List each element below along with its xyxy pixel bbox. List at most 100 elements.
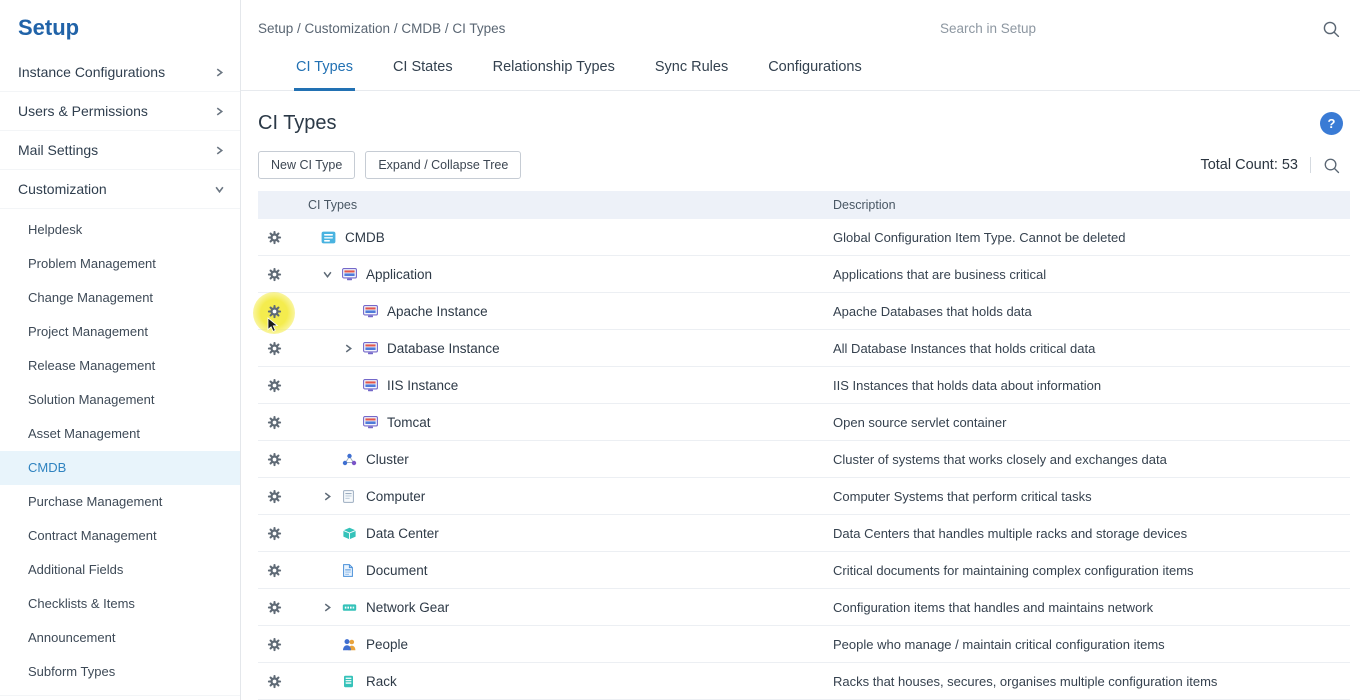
- chevron-right-icon: [215, 107, 224, 116]
- ci-type-cell: CMDB: [258, 230, 833, 245]
- ci-type-description: Racks that houses, secures, organises mu…: [833, 674, 1350, 689]
- row-settings-button[interactable]: [258, 637, 290, 652]
- tree-collapse-icon[interactable]: [323, 270, 342, 279]
- sidebar-item-announcement[interactable]: Announcement: [0, 621, 240, 655]
- total-count-label: Total Count:: [1200, 157, 1277, 173]
- customization-submenu: HelpdeskProblem ManagementChange Managem…: [0, 209, 240, 696]
- tab-ci-states[interactable]: CI States: [391, 57, 455, 91]
- ci-type-description: All Database Instances that holds critic…: [833, 341, 1350, 356]
- gear-icon: [267, 563, 282, 578]
- sidebar-item-mail-settings[interactable]: Mail Settings: [0, 131, 240, 170]
- row-settings-button[interactable]: [258, 415, 290, 430]
- database-instance-type-icon: [363, 341, 380, 355]
- sidebar-item-problem-management[interactable]: Problem Management: [0, 247, 240, 281]
- sidebar: Setup Instance ConfigurationsUsers & Per…: [0, 0, 241, 700]
- expand-collapse-tree-button[interactable]: Expand / Collapse Tree: [365, 151, 521, 179]
- sidebar-item-solution-management[interactable]: Solution Management: [0, 383, 240, 417]
- tree-node: People: [290, 637, 408, 652]
- ci-type-description: IIS Instances that holds data about info…: [833, 378, 1350, 393]
- row-settings-button[interactable]: [258, 267, 290, 282]
- ci-type-description: Cluster of systems that works closely an…: [833, 452, 1350, 467]
- ci-type-name[interactable]: Document: [366, 563, 428, 578]
- tree-expand-icon[interactable]: [323, 603, 342, 612]
- tab-sync-rules[interactable]: Sync Rules: [653, 57, 730, 91]
- mouse-cursor: [267, 317, 279, 334]
- ci-type-name[interactable]: Database Instance: [387, 341, 500, 356]
- sidebar-item-label: Users & Permissions: [18, 103, 148, 119]
- row-settings-button[interactable]: [258, 600, 290, 615]
- tree-expand-icon[interactable]: [323, 492, 342, 501]
- row-settings-button[interactable]: [258, 304, 290, 319]
- sidebar-item-contract-management[interactable]: Contract Management: [0, 519, 240, 553]
- chevron-down-icon: [215, 185, 224, 194]
- sidebar-nav: Instance Configurations Users & Permissio…: [0, 53, 240, 696]
- toolbar: New CI Type Expand / Collapse Tree Total…: [241, 143, 1360, 191]
- table-search-icon[interactable]: [1323, 157, 1340, 174]
- sidebar-item-instance-configurations[interactable]: Instance Configurations: [0, 53, 240, 92]
- ci-type-name[interactable]: IIS Instance: [387, 378, 458, 393]
- ci-type-name[interactable]: Data Center: [366, 526, 439, 541]
- table-row: TomcatOpen source servlet container: [258, 404, 1350, 441]
- rack-type-icon: [342, 674, 359, 688]
- table-row: IIS Instance IIS Instances that holds dat…: [258, 367, 1350, 404]
- sidebar-item-users-permissions[interactable]: Users & Permissions: [0, 92, 240, 131]
- sidebar-item-change-management[interactable]: Change Management: [0, 281, 240, 315]
- ci-type-name[interactable]: Application: [366, 267, 432, 282]
- ci-type-cell: Database Instance: [258, 341, 833, 356]
- table-body: CMDBGlobal Configuration Item Type. Cann…: [258, 219, 1350, 700]
- row-settings-button[interactable]: [258, 341, 290, 356]
- ci-type-cell: Network Gear: [258, 600, 833, 615]
- sidebar-item-cmdb[interactable]: CMDB: [0, 451, 240, 485]
- sidebar-item-purchase-management[interactable]: Purchase Management: [0, 485, 240, 519]
- ci-type-name[interactable]: Rack: [366, 674, 397, 689]
- sidebar-item-asset-management[interactable]: Asset Management: [0, 417, 240, 451]
- ci-type-cell: Computer: [258, 489, 833, 504]
- ci-type-name[interactable]: People: [366, 637, 408, 652]
- page-title: CI Types: [258, 112, 337, 135]
- sidebar-item-project-management[interactable]: Project Management: [0, 315, 240, 349]
- tree-node: Tomcat: [290, 415, 431, 430]
- ci-type-name[interactable]: Network Gear: [366, 600, 449, 615]
- cmdb-type-icon: [321, 230, 338, 244]
- setup-search-input[interactable]: [940, 21, 1300, 36]
- sidebar-item-checklists-items[interactable]: Checklists & Items: [0, 587, 240, 621]
- row-settings-button[interactable]: [258, 489, 290, 504]
- table-row: ApplicationApplications that are busines…: [258, 256, 1350, 293]
- sidebar-item-helpdesk[interactable]: Helpdesk: [0, 213, 240, 247]
- table-row: DocumentCritical documents for maintaini…: [258, 552, 1350, 589]
- row-settings-button[interactable]: [258, 674, 290, 689]
- sidebar-item-customization[interactable]: Customization: [0, 170, 240, 209]
- row-settings-button[interactable]: [258, 378, 290, 393]
- ci-type-description: People who manage / maintain critical co…: [833, 637, 1350, 652]
- chevron-right-icon: [215, 68, 224, 77]
- ci-type-name[interactable]: Cluster: [366, 452, 409, 467]
- page-head: CI Types ?: [241, 91, 1360, 143]
- ci-type-name[interactable]: Apache Instance: [387, 304, 488, 319]
- ci-type-cell: Apache Instance: [258, 304, 833, 319]
- row-settings-button[interactable]: [258, 563, 290, 578]
- row-settings-button[interactable]: [258, 452, 290, 467]
- gear-icon: [267, 452, 282, 467]
- search-icon[interactable]: [1322, 20, 1340, 38]
- sidebar-item-release-management[interactable]: Release Management: [0, 349, 240, 383]
- sidebar-item-subform-types[interactable]: Subform Types: [0, 655, 240, 689]
- tab-ci-types[interactable]: CI Types: [294, 57, 355, 91]
- tab-configurations[interactable]: Configurations: [766, 57, 864, 91]
- tab-relationship-types[interactable]: Relationship Types: [491, 57, 617, 91]
- sidebar-item-additional-fields[interactable]: Additional Fields: [0, 553, 240, 587]
- help-button[interactable]: ?: [1320, 112, 1343, 135]
- ci-type-cell: Application: [258, 267, 833, 282]
- toolbar-buttons: New CI Type Expand / Collapse Tree: [258, 151, 521, 179]
- tree-expand-icon[interactable]: [344, 344, 363, 353]
- ci-type-name[interactable]: Computer: [366, 489, 425, 504]
- ci-type-name[interactable]: Tomcat: [387, 415, 431, 430]
- tree-node: Network Gear: [290, 600, 449, 615]
- ci-types-table: CI Types Description CMDBGlobal Configur…: [258, 191, 1350, 700]
- ci-type-cell: People: [258, 637, 833, 652]
- column-header-ci-types: CI Types: [258, 198, 833, 212]
- ci-type-name[interactable]: CMDB: [345, 230, 385, 245]
- main-content: Setup / Customization / CMDB / CI Types …: [241, 0, 1360, 700]
- row-settings-button[interactable]: [258, 526, 290, 541]
- row-settings-button[interactable]: [258, 230, 290, 245]
- new-ci-type-button[interactable]: New CI Type: [258, 151, 355, 179]
